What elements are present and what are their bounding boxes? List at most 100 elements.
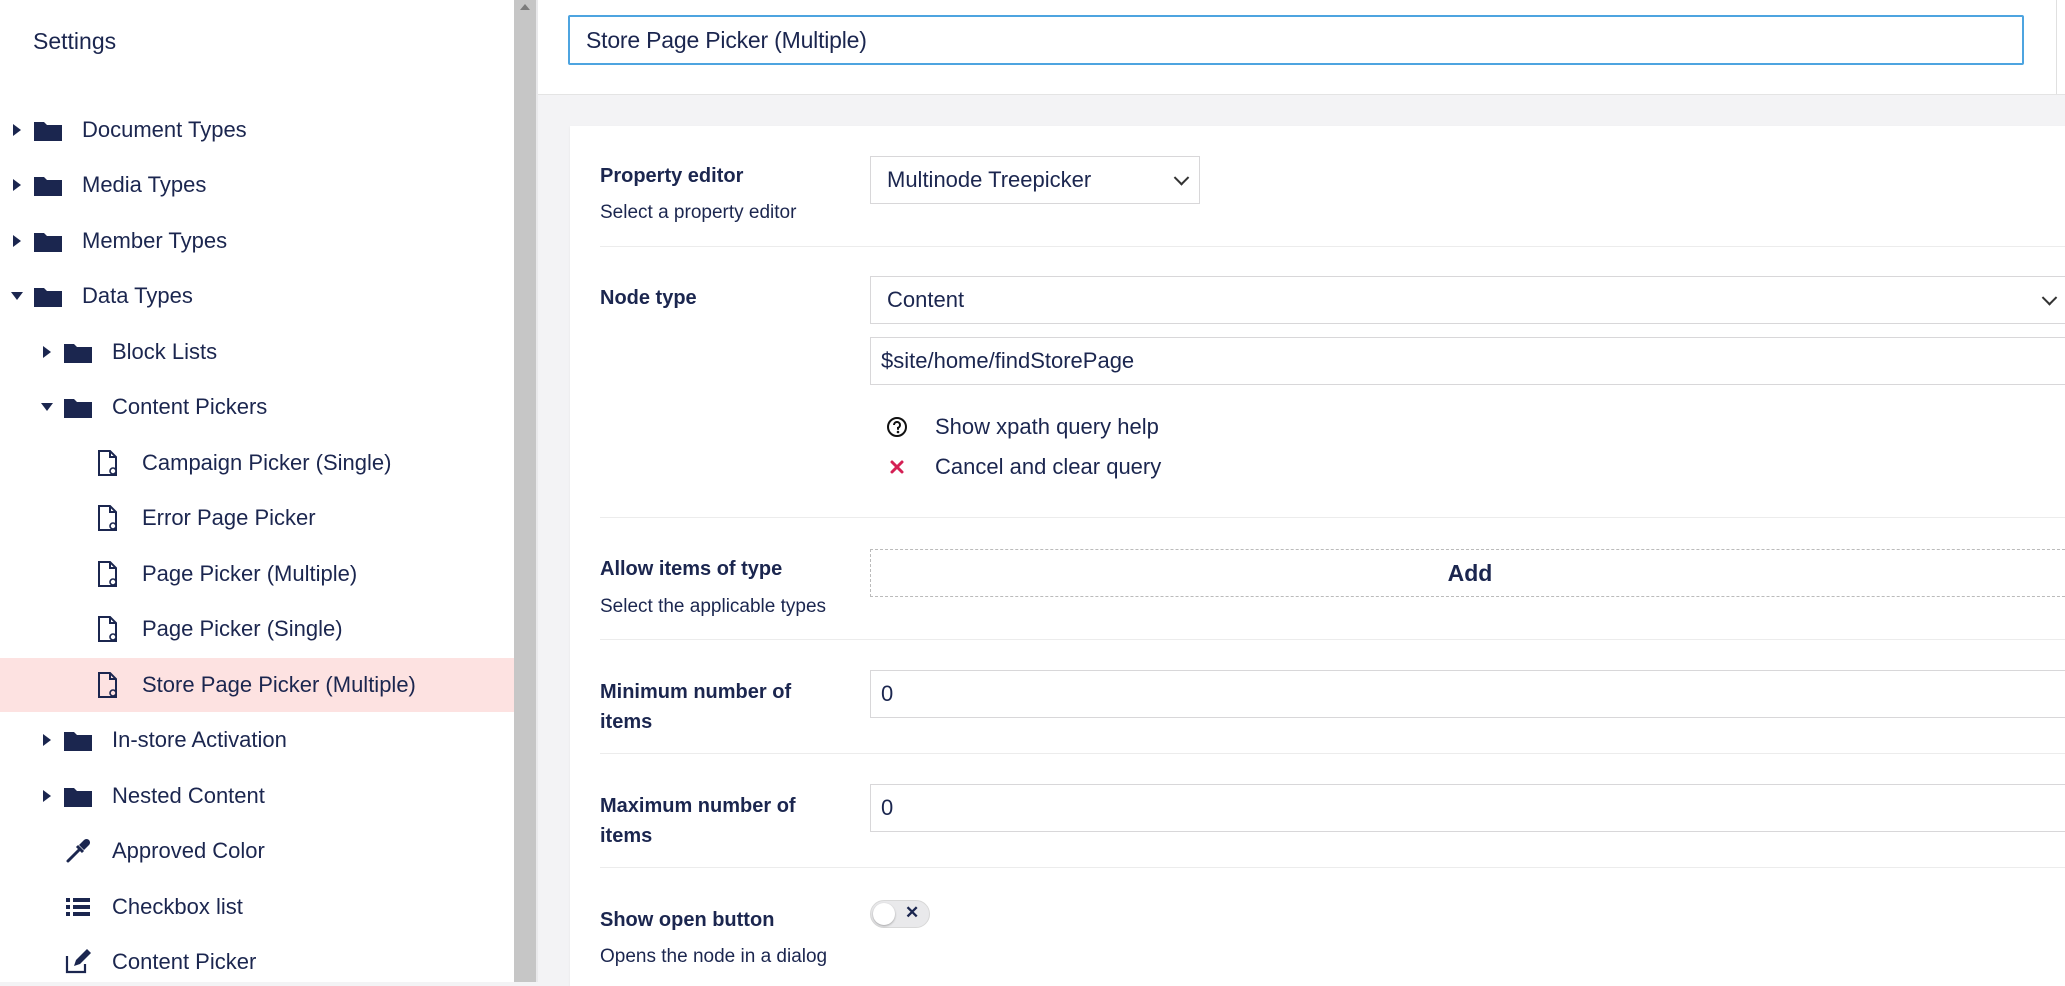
max-items-label: Maximum number of items: [600, 795, 796, 847]
caret-right-icon[interactable]: [40, 345, 54, 359]
edit-icon: [62, 946, 94, 978]
tree-item-block-lists[interactable]: Block Lists: [0, 325, 514, 379]
close-icon: [885, 455, 909, 479]
scroll-up-arrow-icon[interactable]: [520, 4, 530, 10]
divider: [600, 867, 2065, 868]
chevron-down-icon: [1173, 170, 1190, 186]
node-type-label: Node type: [600, 287, 697, 309]
tree-item-label: Member Types: [82, 228, 228, 253]
folder-icon: [62, 724, 94, 756]
folder-icon: [32, 114, 64, 146]
caret-right-icon[interactable]: [10, 178, 24, 192]
xpath-query-value: $site/home/findStorePage: [881, 348, 1135, 373]
document-icon: [92, 502, 124, 534]
data-type-name-input[interactable]: [568, 15, 2024, 65]
sidebar-title: Settings: [33, 28, 117, 54]
eyedropper-icon: [62, 835, 94, 867]
folder-icon: [32, 169, 64, 201]
caret-right-icon[interactable]: [10, 123, 24, 137]
tree-item-label: Error Page Picker: [142, 505, 316, 530]
tree-item-page-picker-single[interactable]: Page Picker (Single): [0, 602, 514, 656]
property-editor-select[interactable]: Multinode Treepicker: [870, 156, 1200, 204]
tree-item-nested-content[interactable]: Nested Content: [0, 769, 514, 823]
list-icon: [62, 891, 94, 923]
tree-item-media-types[interactable]: Media Types: [0, 158, 514, 212]
tree-item-label: In-store Activation: [112, 727, 287, 752]
caret-down-icon[interactable]: [10, 289, 24, 303]
tree-item-store-page-picker-multiple[interactable]: Store Page Picker (Multiple): [0, 658, 514, 712]
tree-item-label: Page Picker (Single): [142, 616, 343, 641]
property-editor-description: Select a property editor: [600, 202, 797, 223]
document-icon: [92, 669, 124, 701]
tree-item-error-page-picker[interactable]: Error Page Picker: [0, 491, 514, 545]
folder-icon: [62, 336, 94, 368]
caret-right-icon[interactable]: [40, 733, 54, 747]
divider: [600, 753, 2065, 754]
folder-icon: [62, 391, 94, 423]
tree-item-label: Store Page Picker (Multiple): [142, 672, 416, 697]
tree-item-approved-color[interactable]: Approved Color: [0, 824, 514, 878]
tree-item-label: Content Pickers: [112, 394, 268, 419]
tree-item-label: Content Picker: [112, 949, 257, 974]
tree-item-label: Block Lists: [112, 339, 218, 364]
tree-item-label: Document Types: [82, 117, 247, 142]
document-icon: [92, 613, 124, 645]
folder-icon: [32, 225, 64, 257]
divider: [600, 246, 2065, 247]
cancel-clear-query-link[interactable]: Cancel and clear query: [885, 452, 1161, 482]
caret-right-icon[interactable]: [10, 234, 24, 248]
toggle-off-icon: ✕: [905, 903, 920, 922]
show-xpath-help-link[interactable]: Show xpath query help: [885, 412, 1159, 442]
max-items-value: 0: [881, 795, 894, 820]
tree-item-member-types[interactable]: Member Types: [0, 214, 514, 268]
folder-icon: [62, 780, 94, 812]
tree-item-label: Data Types: [82, 283, 193, 308]
divider: [600, 517, 2065, 518]
divider: [536, 0, 538, 982]
property-editor-value: Multinode Treepicker: [887, 167, 1092, 192]
caret-down-icon[interactable]: [40, 400, 54, 414]
max-items-input[interactable]: 0: [870, 784, 2065, 832]
tree-item-label: Nested Content: [112, 783, 265, 808]
min-items-label: Minimum number of items: [600, 681, 792, 733]
tree-item-campaign-picker-single[interactable]: Campaign Picker (Single): [0, 436, 514, 490]
tree-item-content-picker[interactable]: Content Picker: [0, 935, 514, 982]
tree-item-checkbox-list[interactable]: Checkbox list: [0, 880, 514, 934]
show-open-description: Opens the node in a dialog: [600, 946, 828, 967]
allow-items-label: Allow items of type: [600, 558, 783, 580]
help-circle-icon: [885, 415, 909, 439]
divider: [600, 639, 2065, 640]
show-open-toggle[interactable]: ✕: [870, 900, 930, 928]
show-xpath-help-label: Show xpath query help: [935, 414, 1159, 439]
add-type-button[interactable]: Add: [870, 549, 2065, 597]
property-editor-label: Property editor: [600, 165, 744, 187]
xpath-query-input[interactable]: $site/home/findStorePage: [870, 337, 2065, 385]
folder-icon: [32, 280, 64, 312]
tree-item-label: Approved Color: [112, 838, 265, 863]
tree-item-page-picker-multiple[interactable]: Page Picker (Multiple): [0, 547, 514, 601]
tree-item-label: Media Types: [82, 172, 207, 197]
tree-item-in-store-activation[interactable]: In-store Activation: [0, 713, 514, 767]
add-type-label: Add: [1447, 559, 1493, 586]
caret-right-icon[interactable]: [40, 789, 54, 803]
chevron-down-icon: [2041, 290, 2058, 306]
tree-item-label: Campaign Picker (Single): [142, 450, 392, 475]
tree-item-data-types[interactable]: Data Types: [0, 269, 514, 323]
toggle-knob: [873, 903, 895, 925]
cancel-clear-query-label: Cancel and clear query: [935, 454, 1162, 479]
min-items-value: 0: [881, 681, 894, 706]
divider: [2056, 0, 2057, 94]
min-items-input[interactable]: 0: [870, 670, 2065, 718]
allow-items-description: Select the applicable types: [600, 596, 827, 617]
node-type-value: Content: [887, 287, 965, 312]
tree-item-label: Page Picker (Multiple): [142, 561, 358, 586]
node-type-select[interactable]: Content: [870, 276, 2065, 324]
tree-item-label: Checkbox list: [112, 894, 243, 919]
document-icon: [92, 447, 124, 479]
document-icon: [92, 558, 124, 590]
tree-item-content-pickers[interactable]: Content Pickers: [0, 380, 514, 434]
tree-item-document-types[interactable]: Document Types: [0, 103, 514, 157]
sidebar: Settings Document Types Media Types Memb…: [0, 0, 514, 982]
sidebar-scrollbar[interactable]: [514, 0, 536, 982]
show-open-label: Show open button: [600, 909, 775, 931]
